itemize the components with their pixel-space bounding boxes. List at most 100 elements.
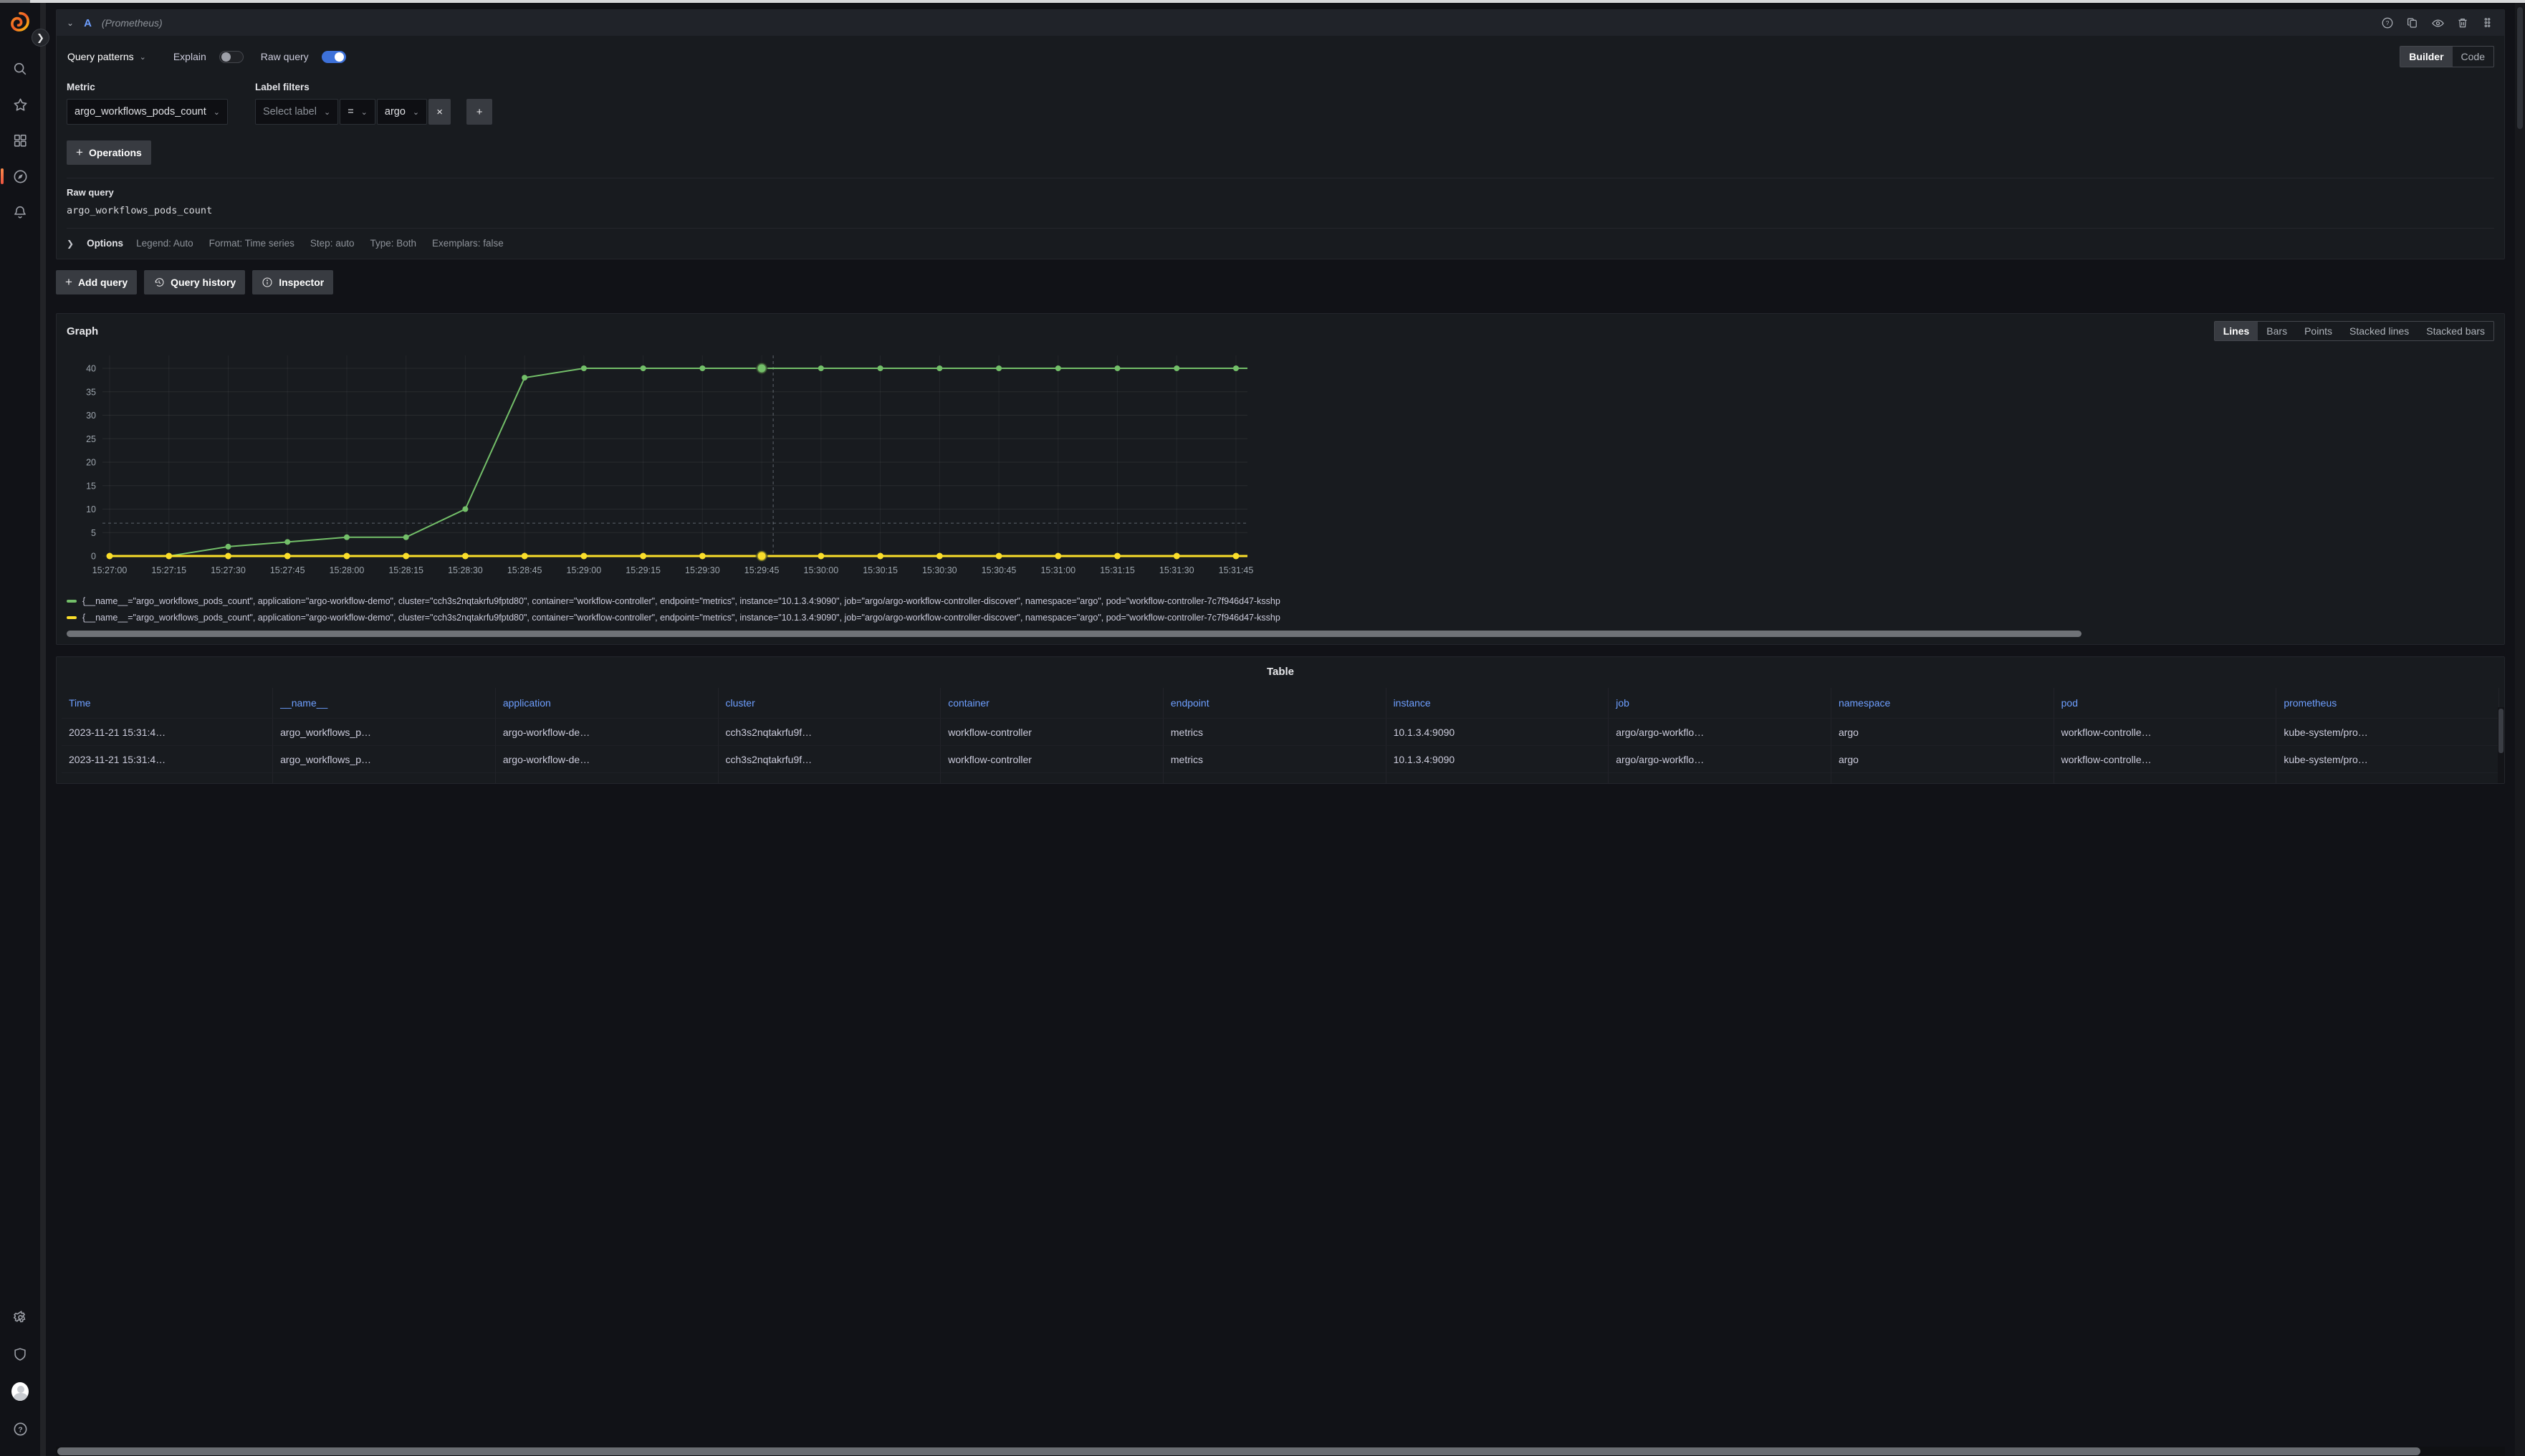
graph-legend: {__name__="argo_workflows_pods_count", a… — [67, 593, 2494, 626]
metric-label: Metric — [67, 82, 228, 92]
label-name-select[interactable]: Select label⌄ — [255, 99, 338, 125]
user-avatar[interactable] — [11, 1383, 29, 1400]
table-cell: argo — [1831, 772, 2054, 784]
graph-mode-points[interactable]: Points — [2296, 322, 2341, 340]
label-filters-field: Label filters Select label⌄ =⌄ argo⌄ × + — [255, 82, 492, 125]
help-icon[interactable]: ? — [11, 1420, 29, 1437]
table-cell: cch3s2nqtakrfu9f… — [719, 718, 942, 745]
column-header-endpoint[interactable]: endpoint — [1164, 688, 1386, 718]
x-axis-label: 15:28:45 — [507, 565, 542, 575]
column-header-namespace[interactable]: namespace — [1831, 688, 2054, 718]
add-filter-button[interactable]: + — [466, 99, 492, 125]
raw-query-toggle[interactable] — [322, 51, 346, 63]
column-header-name[interactable]: __name__ — [273, 688, 496, 718]
operations-button[interactable]: + Operations — [67, 140, 151, 165]
graph-style-switch: LinesBarsPointsStacked linesStacked bars — [2214, 321, 2494, 341]
query-toolbar: Query patterns⌄ Explain Raw query Builde… — [67, 44, 2494, 69]
query-help-icon[interactable]: ? — [2381, 16, 2394, 29]
remove-query-trash-icon[interactable] — [2456, 16, 2469, 29]
inspector-button[interactable]: Inspector — [252, 270, 333, 294]
x-axis-label: 15:30:30 — [922, 565, 957, 575]
chevron-right-icon[interactable]: ❯ — [67, 239, 74, 249]
options-summary: Legend: AutoFormat: Time seriesStep: aut… — [136, 238, 504, 249]
table-cell: argo_workflows_p… — [273, 718, 496, 745]
column-header-prometheus[interactable]: prometheus — [2276, 688, 2499, 718]
column-header-application[interactable]: application — [496, 688, 719, 718]
query-ref-id[interactable]: A — [84, 17, 92, 29]
explain-toggle[interactable] — [219, 51, 244, 63]
y-axis-label: 15 — [86, 481, 96, 491]
add-query-button[interactable]: + Add query — [56, 270, 137, 294]
column-header-container[interactable]: container — [941, 688, 1164, 718]
table-cell: argo-workflow-de… — [496, 718, 719, 745]
window-top-strip — [0, 0, 2525, 3]
alerting-bell-icon[interactable] — [11, 203, 29, 221]
raw-query-text: argo_workflows_pods_count — [67, 205, 2494, 216]
datasource-name: (Prometheus) — [102, 17, 163, 29]
legend-item[interactable]: {__name__="argo_workflows_pods_count", a… — [67, 593, 2494, 609]
legend-item[interactable]: {__name__="argo_workflows_pods_count", a… — [67, 609, 2494, 626]
table-cell: argo — [1831, 745, 2054, 772]
legend-scrollbar[interactable] — [67, 631, 2494, 637]
drag-handle-icon[interactable] — [2481, 16, 2494, 29]
dashboards-icon[interactable] — [11, 132, 29, 149]
duplicate-query-icon[interactable] — [2406, 16, 2419, 29]
mode-code[interactable]: Code — [2453, 47, 2493, 67]
expand-sidebar-button[interactable]: ❯ — [32, 29, 49, 47]
info-icon — [262, 277, 273, 288]
page-scrollbar[interactable] — [2515, 3, 2525, 1456]
hide-response-eye-icon[interactable] — [2431, 16, 2444, 29]
table-cell: cch3s2nqtakrfu9f… — [719, 745, 942, 772]
column-header-cluster[interactable]: cluster — [719, 688, 942, 718]
chevron-down-icon: ⌄ — [413, 107, 419, 117]
x-axis-label: 15:27:00 — [92, 565, 128, 575]
highlighted-point — [757, 363, 767, 373]
y-axis-label: 40 — [86, 364, 96, 374]
graph-mode-stacked-lines[interactable]: Stacked lines — [2341, 322, 2418, 340]
starred-icon[interactable] — [11, 96, 29, 113]
column-header-time[interactable]: Time — [62, 688, 273, 718]
label-value-select[interactable]: argo⌄ — [377, 99, 427, 125]
table-cell: kube-system/pro… — [2276, 772, 2499, 784]
graph-mode-stacked-bars[interactable]: Stacked bars — [2418, 322, 2493, 340]
table-cell: 10.1.3.4:9090 — [1386, 718, 1609, 745]
remove-filter-button[interactable]: × — [428, 99, 451, 125]
x-axis-label: 15:29:00 — [567, 565, 602, 575]
table-cell: argo-workflow-de… — [496, 745, 719, 772]
admin-shield-icon[interactable] — [11, 1346, 29, 1363]
table-cell: argo_workflows_p… — [273, 745, 496, 772]
metric-select[interactable]: argo_workflows_pods_count⌄ — [67, 99, 228, 125]
explore-content: ⌄ A (Prometheus) ? Query patterns⌄ — [46, 3, 2515, 1456]
x-axis-label: 15:27:45 — [270, 565, 305, 575]
legend-swatch — [67, 600, 77, 603]
mode-builder[interactable]: Builder — [2400, 47, 2452, 67]
grafana-logo-icon[interactable] — [8, 10, 32, 34]
graph-panel-title: Graph — [67, 325, 98, 337]
horizontal-scrollbar[interactable] — [56, 1447, 2505, 1456]
y-axis-label: 10 — [86, 504, 96, 514]
options-title[interactable]: Options — [87, 238, 123, 249]
settings-gear-icon[interactable] — [11, 1308, 29, 1326]
explain-label: Explain — [173, 51, 206, 62]
explore-compass-icon[interactable] — [11, 168, 29, 185]
column-header-pod[interactable]: pod — [2054, 688, 2277, 718]
graph-mode-bars[interactable]: Bars — [2258, 322, 2296, 340]
query-patterns-dropdown[interactable]: Query patterns⌄ — [67, 44, 156, 69]
collapse-query-chevron-icon[interactable]: ⌄ — [67, 18, 74, 28]
graph-mode-lines[interactable]: Lines — [2215, 322, 2258, 340]
query-row-header: ⌄ A (Prometheus) ? — [57, 10, 2504, 36]
column-header-job[interactable]: job — [1609, 688, 1831, 718]
search-icon[interactable] — [11, 60, 29, 77]
column-header-instance[interactable]: instance — [1386, 688, 1609, 718]
table-cell: argo_workflows_p… — [273, 772, 496, 784]
table-cell: 2023-11-21 15:31:4… — [62, 718, 273, 745]
table-cell: 10.1.3.4:9090 — [1386, 745, 1609, 772]
plus-icon: + — [65, 275, 72, 289]
query-history-button[interactable]: Query history — [144, 270, 245, 294]
operator-select[interactable]: =⌄ — [340, 99, 375, 125]
table-scrollbar[interactable] — [2498, 707, 2504, 783]
graph-canvas[interactable]: 051015202530354015:27:0015:27:1515:27:30… — [67, 347, 1253, 588]
x-axis-label: 15:28:30 — [448, 565, 483, 575]
x-axis-label: 15:29:15 — [626, 565, 661, 575]
highlighted-point — [757, 551, 767, 561]
